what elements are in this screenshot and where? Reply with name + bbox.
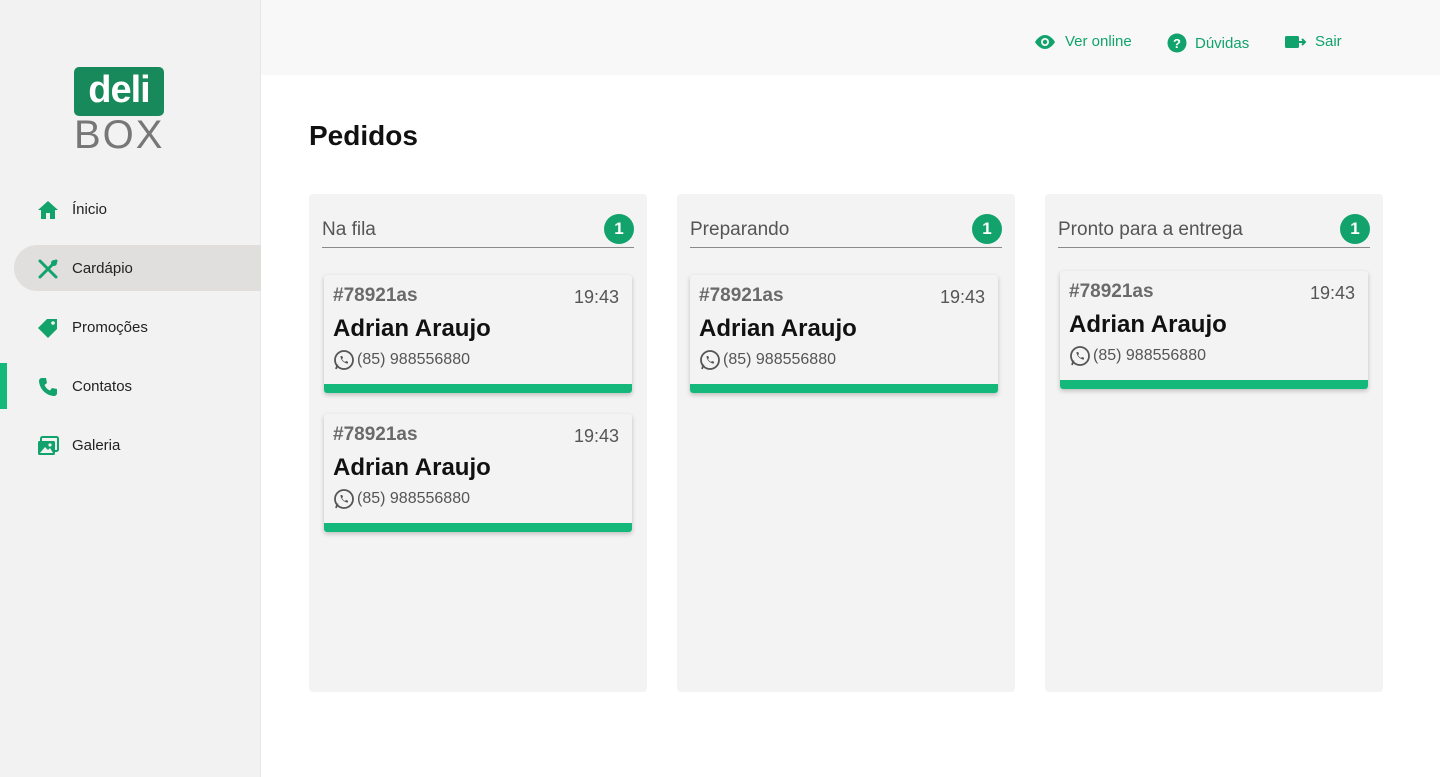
- orders-column-preparing: Preparando 1 #78921as 19:43 Adrian Arauj…: [677, 194, 1015, 692]
- delibox-logo[interactable]: deli BOX: [74, 67, 166, 155]
- column-header: Na fila 1: [322, 212, 634, 248]
- column-title: Na fila: [322, 219, 376, 240]
- logout-link[interactable]: Sair: [1284, 33, 1342, 50]
- customer-phone: (85) 988556880: [333, 349, 470, 371]
- phone-icon: [37, 376, 59, 398]
- help-link[interactable]: ? Dúvidas: [1167, 33, 1249, 53]
- whatsapp-icon: [334, 489, 354, 509]
- logo-deli-text: deli: [74, 67, 164, 116]
- sidebar-item-label: Galeria: [72, 436, 121, 454]
- customer-name: Adrian Araujo: [1069, 311, 1227, 338]
- order-id: #78921as: [699, 285, 784, 306]
- orders-column-ready: Pronto para a entrega 1 #78921as 19:43 A…: [1045, 194, 1383, 692]
- order-time: 19:43: [1309, 283, 1355, 303]
- logout-label: Sair: [1315, 33, 1342, 50]
- logout-icon: [1285, 35, 1307, 48]
- help-icon: ?: [1167, 33, 1187, 53]
- column-title: Pronto para a entrega: [1058, 219, 1243, 240]
- order-id: #78921as: [333, 285, 418, 306]
- customer-name: Adrian Araujo: [333, 315, 491, 342]
- customer-phone: (85) 988556880: [333, 488, 470, 510]
- orders-column-queue: Na fila 1 #78921as 19:43 Adrian Araujo (…: [309, 194, 647, 692]
- phone-number: (85) 988556880: [723, 351, 836, 368]
- svg-text:?: ?: [1173, 36, 1181, 51]
- card-status-bar: [324, 384, 632, 393]
- home-icon: [37, 199, 59, 221]
- count-badge: 1: [1340, 214, 1370, 244]
- order-card[interactable]: #78921as 19:43 Adrian Araujo (85) 988556…: [324, 275, 632, 393]
- customer-phone: (85) 988556880: [699, 349, 836, 371]
- column-header: Pronto para a entrega 1: [1058, 212, 1370, 248]
- logo-box-text: BOX: [74, 113, 165, 157]
- order-id: #78921as: [333, 424, 418, 445]
- phone-number: (85) 988556880: [357, 351, 470, 368]
- view-online-link[interactable]: Ver online: [1033, 33, 1132, 50]
- sidebar-item-promocoes[interactable]: Promoções: [0, 304, 261, 350]
- count-badge: 1: [972, 214, 1002, 244]
- phone-number: (85) 988556880: [357, 490, 470, 507]
- utensils-icon: [37, 258, 59, 280]
- sidebar-item-cardapio[interactable]: Cardápio: [14, 245, 261, 291]
- order-card[interactable]: #78921as 19:43 Adrian Araujo (85) 988556…: [690, 275, 998, 393]
- eye-icon: [1035, 34, 1055, 49]
- sidebar-item-label: Contatos: [72, 377, 133, 395]
- whatsapp-icon: [1070, 346, 1090, 366]
- sidebar-item-label: Ínicio: [72, 200, 108, 218]
- sidebar-item-galeria[interactable]: Galeria: [0, 422, 261, 468]
- order-id: #78921as: [1069, 281, 1154, 302]
- help-label: Dúvidas: [1195, 34, 1250, 52]
- page-title: Pedidos: [309, 120, 418, 151]
- sidebar-item-label: Cardápio: [72, 259, 133, 277]
- whatsapp-icon: [334, 350, 354, 370]
- tag-icon: [37, 317, 59, 339]
- sidebar-nav: Ínicio Cardápio Promoções Contatos Galer: [0, 186, 261, 481]
- customer-name: Adrian Araujo: [333, 454, 491, 481]
- top-bar: Ver online ? Dúvidas Sair: [261, 0, 1440, 75]
- card-status-bar: [1060, 380, 1368, 389]
- gallery-icon: [37, 435, 59, 457]
- card-status-bar: [324, 523, 632, 532]
- column-header: Preparando 1: [690, 212, 1002, 248]
- count-badge: 1: [604, 214, 634, 244]
- customer-name: Adrian Araujo: [699, 315, 857, 342]
- column-title: Preparando: [690, 219, 790, 240]
- order-time: 19:43: [573, 426, 619, 446]
- sidebar-item-label: Promoções: [72, 318, 148, 336]
- sidebar-item-contatos[interactable]: Contatos: [0, 363, 261, 409]
- order-time: 19:43: [939, 287, 985, 307]
- view-online-label: Ver online: [1065, 33, 1132, 50]
- order-card[interactable]: #78921as 19:43 Adrian Araujo (85) 988556…: [324, 414, 632, 532]
- sidebar: deli BOX Ínicio Cardápio Promoções Conta…: [0, 0, 261, 777]
- sidebar-item-inicio[interactable]: Ínicio: [0, 186, 261, 232]
- customer-phone: (85) 988556880: [1069, 345, 1206, 367]
- order-card[interactable]: #78921as 19:43 Adrian Araujo (85) 988556…: [1060, 271, 1368, 389]
- whatsapp-icon: [700, 350, 720, 370]
- phone-number: (85) 988556880: [1093, 347, 1206, 364]
- card-status-bar: [690, 384, 998, 393]
- order-time: 19:43: [573, 287, 619, 307]
